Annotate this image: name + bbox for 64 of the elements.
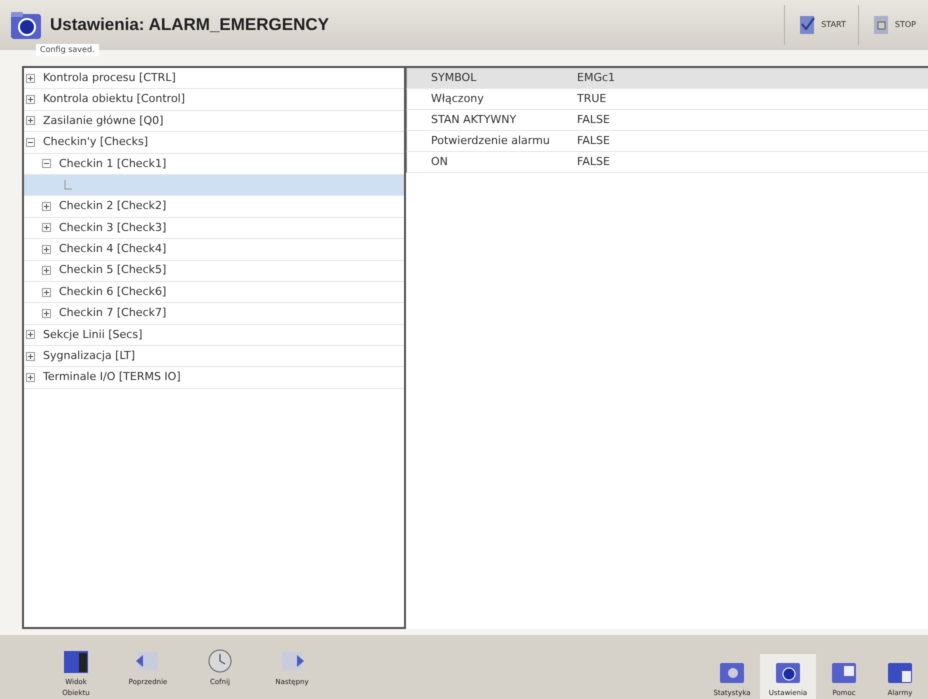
property-value: FALSE bbox=[577, 132, 610, 149]
clock-icon bbox=[206, 647, 234, 675]
plus-box-icon[interactable] bbox=[26, 352, 35, 361]
header-button[interactable]: START bbox=[784, 5, 858, 45]
property-row[interactable]: ON FALSE bbox=[406, 152, 928, 173]
tree-label: Checkin 5 [Check5] bbox=[59, 262, 166, 278]
tree-label: Checkin 7 [Check7] bbox=[59, 305, 166, 322]
property-name: Potwierdzenie alarmu bbox=[430, 132, 551, 149]
plus-box-icon[interactable] bbox=[26, 74, 35, 83]
plus-box-icon[interactable] bbox=[42, 202, 51, 212]
minus-box-icon[interactable] bbox=[26, 138, 35, 147]
tree-row[interactable]: Kontrola obiektu [Control] bbox=[24, 89, 404, 111]
header-button[interactable]: STOP bbox=[858, 5, 928, 45]
property-name: ON bbox=[430, 154, 449, 170]
status-message: Config saved. bbox=[36, 44, 99, 56]
tree-label: Checkin 4 [Check4] bbox=[59, 241, 166, 258]
window-title: Ustawienia: ALARM_EMERGENCY bbox=[50, 14, 329, 36]
tree-label: Checkin 1 [Check1] bbox=[59, 156, 166, 172]
property-name: SYMBOL bbox=[430, 70, 478, 86]
plus-box-icon[interactable] bbox=[42, 308, 51, 318]
plus-box-icon[interactable] bbox=[42, 266, 51, 276]
tree-row[interactable]: Kontrola procesu [CTRL] bbox=[24, 68, 404, 90]
plus-box-icon[interactable] bbox=[42, 223, 51, 232]
property-row[interactable]: STAN AKTYWNY FALSE bbox=[406, 110, 928, 131]
tree-row[interactable]: Sekcje Linii [Secs] bbox=[24, 324, 404, 346]
tree-label: Kontrola obiektu [Control] bbox=[43, 91, 186, 108]
folder-camera-icon bbox=[10, 9, 42, 41]
property-name: Włączony bbox=[430, 90, 485, 107]
tree-row[interactable]: Checkin 3 [Check3] bbox=[24, 218, 404, 240]
tree-label: Kontrola procesu [CTRL] bbox=[43, 70, 176, 86]
plus-box-icon[interactable] bbox=[42, 244, 51, 254]
tree-label: Zasilanie główne [Q0] bbox=[43, 112, 164, 129]
tree-row[interactable]: Checkin 6 [Check6] bbox=[24, 282, 404, 304]
property-value: FALSE bbox=[577, 112, 610, 128]
plus-box-icon[interactable] bbox=[26, 95, 35, 104]
property-row[interactable]: SYMBOL EMGc1 bbox=[406, 68, 928, 89]
tree-row[interactable]: Zasilanie główne [Q0] bbox=[24, 110, 404, 132]
tree-row[interactable]: Checkin 7 [Check7] bbox=[24, 303, 404, 325]
minus-box-icon[interactable] bbox=[42, 159, 51, 168]
property-value: FALSE bbox=[577, 154, 610, 170]
plus-box-icon[interactable] bbox=[26, 373, 35, 382]
property-row[interactable]: Włączony TRUE bbox=[406, 89, 928, 110]
plus-box-icon[interactable] bbox=[42, 288, 51, 297]
plus-box-icon[interactable] bbox=[26, 330, 35, 340]
tree-label: Checkin'y [Checks] bbox=[43, 134, 148, 150]
tree-label: Checkin 3 [Check3] bbox=[59, 220, 166, 236]
tree-label: Sygnalizacja [LT] bbox=[43, 348, 136, 364]
tree-row[interactable]: Sygnalizacja [LT] bbox=[24, 346, 404, 368]
tree-label: Sekcje Linii [Secs] bbox=[43, 326, 142, 343]
tree-connector-icon bbox=[64, 180, 72, 190]
tree-label: Terminale I/O [TERMS IO] bbox=[43, 369, 181, 386]
tick-page-icon bbox=[797, 14, 818, 36]
tree-row[interactable]: Checkin 5 [Check5] bbox=[24, 260, 404, 282]
property-name: STAN AKTYWNY bbox=[430, 112, 518, 128]
property-value: TRUE bbox=[577, 90, 606, 107]
property-row[interactable]: Potwierdzenie alarmu FALSE bbox=[406, 131, 928, 152]
tree-label: Checkin 2 [Check2] bbox=[59, 198, 166, 214]
tree-row[interactable]: Checkin 4 [Check4] bbox=[24, 239, 404, 261]
property-value: EMGc1 bbox=[577, 70, 616, 86]
tree-row[interactable]: Checkin'y [Checks] bbox=[24, 132, 404, 154]
tree-label: Checkin 6 [Check6] bbox=[59, 284, 166, 300]
tree-row[interactable]: Terminale I/O [TERMS IO] bbox=[24, 367, 404, 389]
plus-box-icon[interactable] bbox=[26, 116, 35, 126]
tree-row[interactable]: Checkin 2 [Check2] bbox=[24, 196, 404, 218]
